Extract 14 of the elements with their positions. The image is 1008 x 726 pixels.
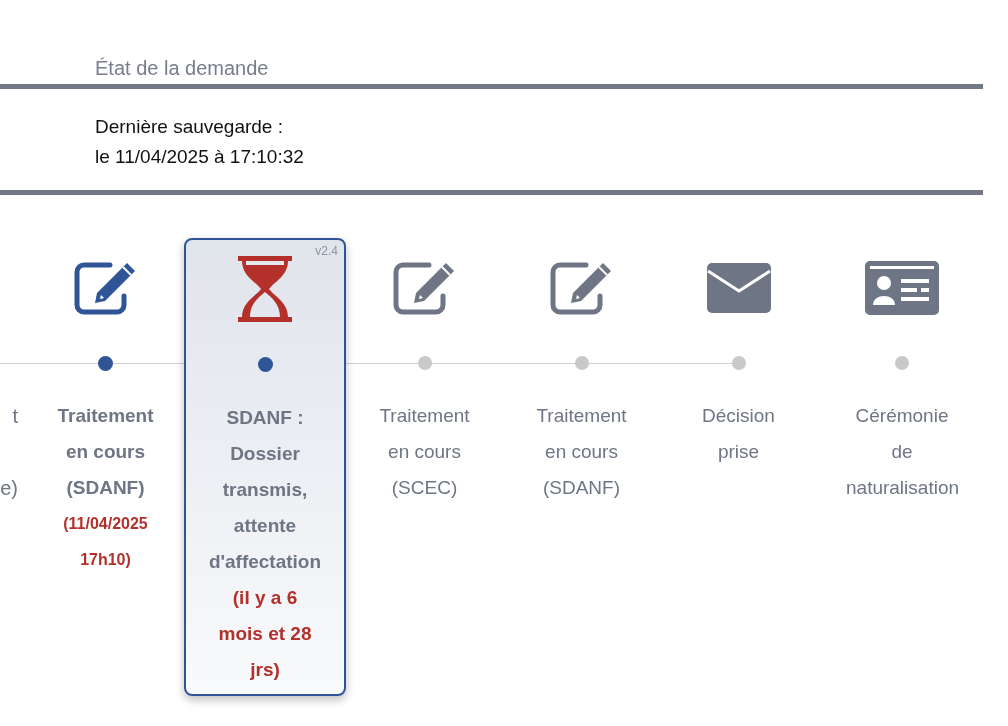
step-date: (11/04/2025 17h10) bbox=[62, 514, 149, 570]
version-label: v2.4 bbox=[315, 244, 338, 258]
step-label: Cérémonie de naturalisation bbox=[846, 404, 958, 500]
step-label: Traitement en cours (SDANF) bbox=[535, 404, 628, 500]
step-label: Traitement en cours (SDANF) bbox=[56, 404, 155, 500]
step-label: Décision prise bbox=[701, 404, 776, 464]
step-date: (il y a 6 mois et 28 jrs) bbox=[217, 586, 313, 682]
last-save-label: Dernière sauvegarde : bbox=[95, 115, 284, 139]
step-label: t bbox=[12, 404, 19, 429]
section-title: État de la demande bbox=[95, 56, 270, 81]
step-label: e) bbox=[0, 476, 19, 501]
step-label: Traitement en cours (SCEC) bbox=[378, 404, 471, 500]
step-label: SDANF : Dossier transmis, attente d'affectation bbox=[207, 406, 323, 574]
last-save-value: le 11/04/2025 à 17:10:32 bbox=[95, 145, 305, 169]
